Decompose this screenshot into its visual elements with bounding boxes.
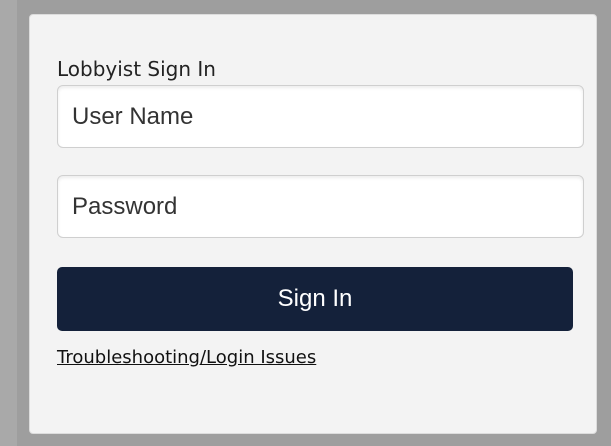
background-strip [0, 0, 17, 446]
troubleshooting-link[interactable]: Troubleshooting/Login Issues [57, 346, 316, 370]
login-title: Lobbyist Sign In [57, 57, 216, 81]
password-input[interactable] [57, 175, 584, 238]
login-panel: Lobbyist Sign In Sign In Troubleshooting… [29, 14, 597, 434]
username-input[interactable] [57, 85, 584, 148]
sign-in-button[interactable]: Sign In [57, 267, 573, 331]
